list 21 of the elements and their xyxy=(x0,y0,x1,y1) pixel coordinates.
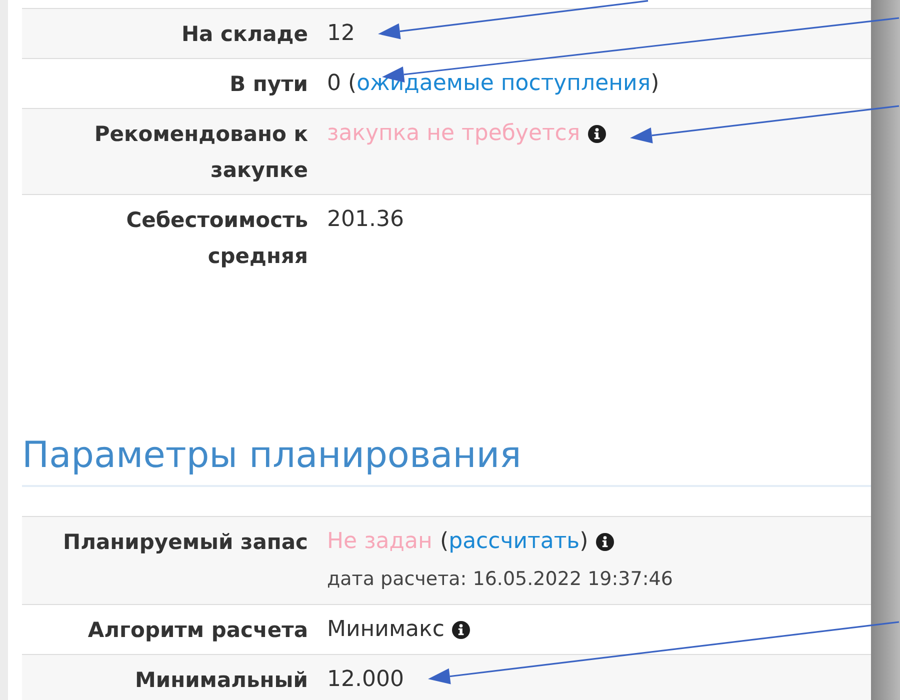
field-label: Себестоимость средняя xyxy=(126,208,308,268)
text-link[interactable]: ожидаемые поступления xyxy=(356,71,651,96)
field-value: 12 xyxy=(327,20,355,48)
field-label: В пути xyxy=(230,72,308,96)
field-label: Алгоритм расчета xyxy=(88,618,308,642)
info-icon[interactable] xyxy=(596,533,614,551)
field-value: 0 (ожидаемые поступления) xyxy=(327,70,660,98)
text-link[interactable]: рассчитать xyxy=(448,529,580,554)
field-value: закупка не требуется xyxy=(327,120,580,148)
field-value: 12.000 xyxy=(327,666,404,694)
info-icon[interactable] xyxy=(588,125,606,143)
section-heading: Параметры планирования xyxy=(22,434,522,478)
field-label: Планируемый запас xyxy=(63,530,308,554)
field-value: Не задан (рассчитать) xyxy=(327,528,588,556)
note-text: дата расчета: 16.05.2022 19:37:46 xyxy=(327,567,673,592)
field-value: Минимакс xyxy=(327,616,444,644)
field-label: Рекомендовано к закупке xyxy=(94,122,308,182)
info-icon[interactable] xyxy=(452,621,470,639)
field-label: На складе xyxy=(181,22,308,46)
field-value: 201.36 xyxy=(327,206,404,234)
field-label: Минимальный xyxy=(134,668,308,692)
